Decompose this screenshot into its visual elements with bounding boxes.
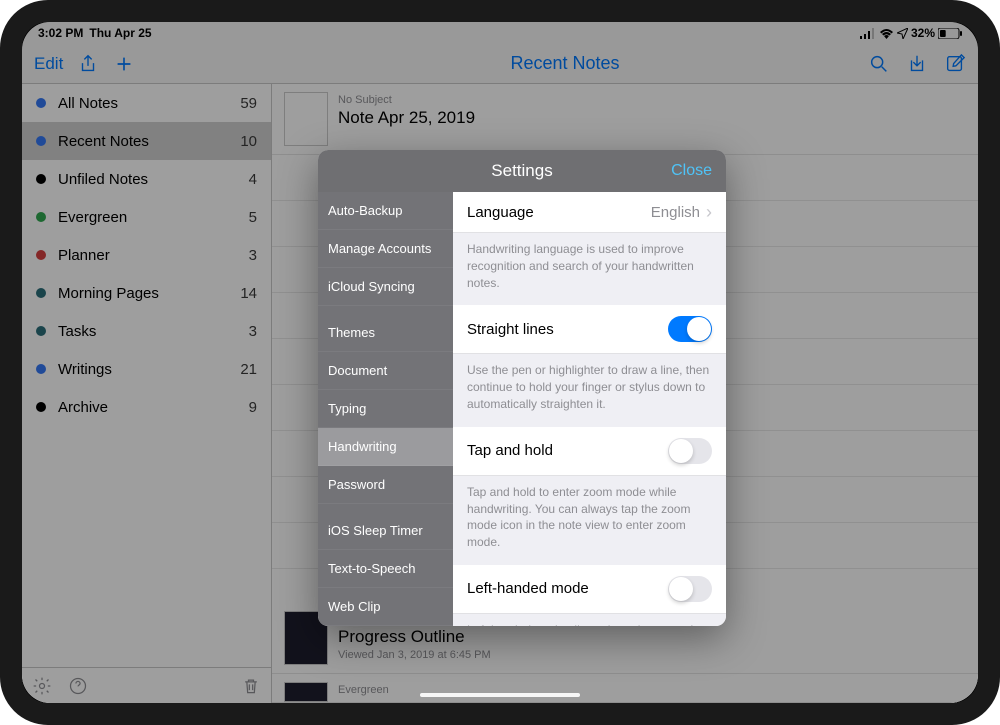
settings-nav-item[interactable]: Manage Accounts xyxy=(318,230,453,268)
note-title: Progress Outline xyxy=(338,627,491,647)
sidebar-footer xyxy=(22,667,271,703)
sidebar-item[interactable]: Recent Notes 10 xyxy=(22,122,271,160)
sidebar-item-count: 5 xyxy=(249,209,257,226)
language-cell[interactable]: Language English › xyxy=(453,192,726,233)
folder-dot-icon xyxy=(36,98,46,108)
sidebar-item-label: Unfiled Notes xyxy=(58,171,237,188)
sidebar-item[interactable]: Planner 3 xyxy=(22,236,271,274)
battery-percent: 32% xyxy=(911,26,935,40)
settings-nav-item[interactable]: Document xyxy=(318,352,453,390)
sidebar-item-label: All Notes xyxy=(58,95,228,112)
sidebar-item[interactable]: All Notes 59 xyxy=(22,84,271,122)
note-thumbnail xyxy=(284,92,328,146)
note-title: Note Apr 25, 2019 xyxy=(338,108,475,128)
sidebar-item-count: 10 xyxy=(240,133,257,150)
sidebar-item-label: Planner xyxy=(58,247,237,264)
cellular-icon xyxy=(860,28,876,39)
sidebar-item[interactable]: Archive 9 xyxy=(22,388,271,426)
note-thumbnail xyxy=(284,682,328,702)
sidebar-item-label: Recent Notes xyxy=(58,133,228,150)
settings-nav-item[interactable]: Password xyxy=(318,466,453,504)
settings-nav-item[interactable]: Text-to-Speech xyxy=(318,550,453,588)
tap-hold-cell: Tap and hold xyxy=(453,427,726,476)
battery-icon xyxy=(938,28,962,39)
sidebar-item-label: Tasks xyxy=(58,323,237,340)
sidebar-item-count: 21 xyxy=(240,361,257,378)
location-icon xyxy=(897,28,908,39)
folder-dot-icon xyxy=(36,402,46,412)
wifi-icon xyxy=(879,28,894,39)
status-bar: 3:02 PM Thu Apr 25 32% xyxy=(22,22,978,44)
language-footer: Handwriting language is used to improve … xyxy=(453,233,726,305)
sidebar-item-count: 4 xyxy=(249,171,257,188)
settings-nav-item[interactable]: Themes xyxy=(318,314,453,352)
folder-dot-icon xyxy=(36,136,46,146)
straight-lines-cell: Straight lines xyxy=(453,305,726,354)
tap-hold-toggle[interactable] xyxy=(668,438,712,464)
status-date: Thu Apr 25 xyxy=(89,26,151,40)
settings-nav-item[interactable]: Typing xyxy=(318,390,453,428)
folder-dot-icon xyxy=(36,212,46,222)
settings-nav-item[interactable]: iCloud Syncing xyxy=(318,268,453,306)
settings-pane[interactable]: Language English › Handwriting language … xyxy=(453,192,726,626)
straight-lines-toggle[interactable] xyxy=(668,316,712,342)
folder-dot-icon xyxy=(36,250,46,260)
straight-lines-footer: Use the pen or highlighter to draw a lin… xyxy=(453,354,726,426)
folder-dot-icon xyxy=(36,288,46,298)
settings-nav-item[interactable]: iOS Sleep Timer xyxy=(318,512,453,550)
sidebar-item-count: 14 xyxy=(240,285,257,302)
sidebar-item[interactable]: Evergreen 5 xyxy=(22,198,271,236)
left-handed-footer: Left-handed mode allows the palm rest to… xyxy=(453,614,726,626)
settings-nav-item[interactable]: Handwriting xyxy=(318,428,453,466)
left-handed-cell: Left-handed mode xyxy=(453,565,726,614)
modal-title: Settings xyxy=(491,161,552,181)
note-row[interactable]: No Subject Note Apr 25, 2019 xyxy=(272,84,978,155)
status-time: 3:02 PM xyxy=(38,26,83,40)
tap-hold-footer: Tap and hold to enter zoom mode while ha… xyxy=(453,476,726,565)
note-category: Evergreen xyxy=(338,684,389,696)
sidebar-item-count: 3 xyxy=(249,247,257,264)
settings-nav: Auto-BackupManage AccountsiCloud Syncing… xyxy=(318,192,453,626)
sidebar-item[interactable]: Tasks 3 xyxy=(22,312,271,350)
folder-dot-icon xyxy=(36,326,46,336)
sidebar-item[interactable]: Unfiled Notes 4 xyxy=(22,160,271,198)
close-button[interactable]: Close xyxy=(671,162,712,180)
share-icon[interactable] xyxy=(77,53,99,75)
search-icon[interactable] xyxy=(868,53,890,75)
sidebar-item-count: 9 xyxy=(249,399,257,416)
sidebar-item-count: 3 xyxy=(249,323,257,340)
edit-button[interactable]: Edit xyxy=(34,54,63,74)
sidebar-item-count: 59 xyxy=(240,95,257,112)
modal-header: Settings Close xyxy=(318,150,726,192)
settings-nav-item[interactable]: Web Clip xyxy=(318,588,453,626)
folder-dot-icon xyxy=(36,174,46,184)
sidebar: All Notes59Recent Notes10Unfiled Notes4E… xyxy=(22,84,272,703)
chevron-right-icon: › xyxy=(706,203,712,221)
sidebar-item-label: Archive xyxy=(58,399,237,416)
folder-dot-icon xyxy=(36,364,46,374)
status-right: 32% xyxy=(860,26,962,40)
gear-icon[interactable] xyxy=(32,676,52,696)
note-category: No Subject xyxy=(338,94,475,106)
sidebar-item-label: Evergreen xyxy=(58,209,237,226)
compose-icon[interactable] xyxy=(944,53,966,75)
help-icon[interactable] xyxy=(68,676,88,696)
trash-icon[interactable] xyxy=(241,676,261,696)
page-title: Recent Notes xyxy=(272,53,858,74)
left-handed-toggle[interactable] xyxy=(668,576,712,602)
note-date: Viewed Jan 3, 2019 at 6:45 PM xyxy=(338,649,491,661)
sidebar-item[interactable]: Morning Pages 14 xyxy=(22,274,271,312)
settings-modal: Settings Close Auto-BackupManage Account… xyxy=(318,150,726,626)
sidebar-item-label: Writings xyxy=(58,361,228,378)
settings-nav-item[interactable]: Auto-Backup xyxy=(318,192,453,230)
note-row[interactable]: Evergreen xyxy=(272,674,978,703)
inbox-icon[interactable] xyxy=(906,53,928,75)
sidebar-item-label: Morning Pages xyxy=(58,285,228,302)
toolbar: Edit Recent Notes xyxy=(22,44,978,84)
add-icon[interactable] xyxy=(113,53,135,75)
home-indicator[interactable] xyxy=(420,693,580,697)
sidebar-item[interactable]: Writings 21 xyxy=(22,350,271,388)
